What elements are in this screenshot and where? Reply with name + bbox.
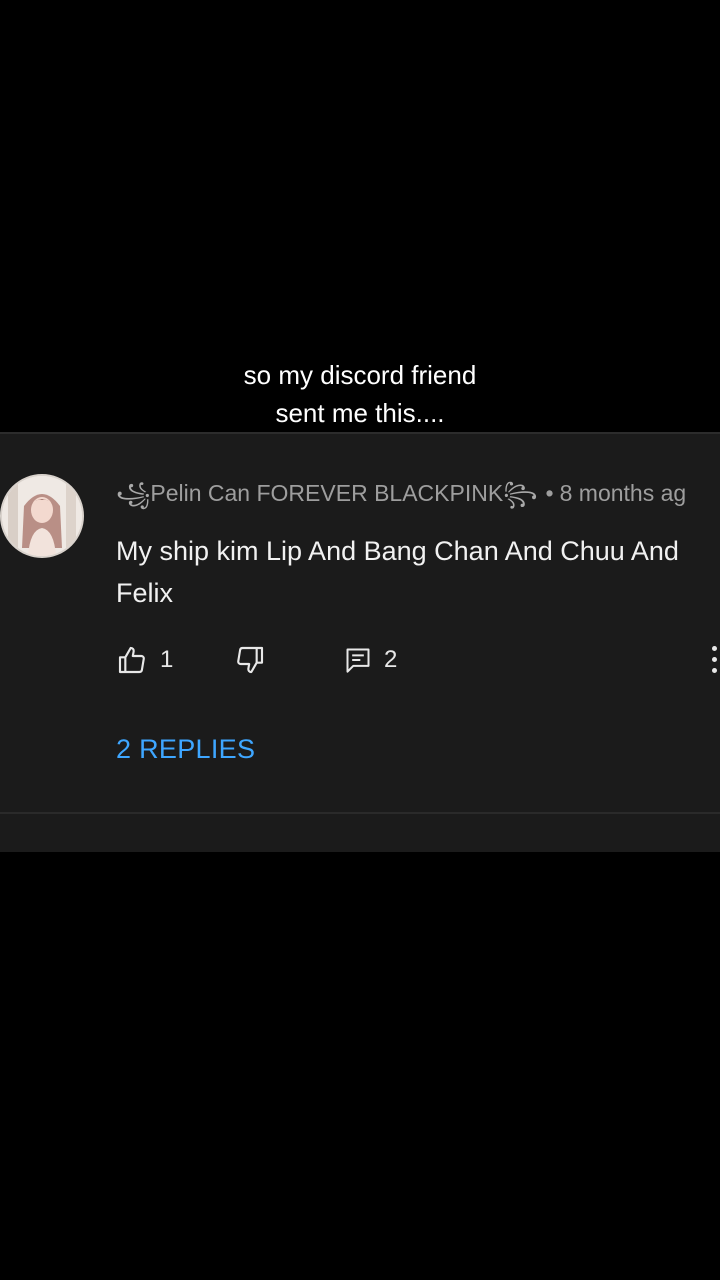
more-vert-icon[interactable] [712,644,720,676]
comment-header: ꧁Pelin Can FOREVER BLACKPINK꧂ • 8 months a… [116,478,686,509]
video-caption: so my discord friend sent me this.... [0,356,720,432]
dislike-button[interactable] [234,642,266,678]
reply-button[interactable]: 2 [344,642,397,678]
like-count: 1 [160,646,174,673]
thumbs-up-icon [118,646,145,674]
like-button[interactable]: 1 [116,642,173,678]
more-dot [712,646,717,651]
avatar[interactable] [0,474,84,558]
author-flourish-right: ꧂ [503,481,538,506]
divider [0,812,720,814]
caption-line-2: sent me this.... [275,398,445,428]
meta-separator: • [545,480,554,506]
comment-author[interactable]: Pelin Can FOREVER BLACKPINK [150,480,503,506]
replies-link[interactable]: 2 REPLIES [116,732,255,766]
comment-card: ꧁Pelin Can FOREVER BLACKPINK꧂ • 8 months a… [0,432,720,852]
author-flourish-left: ꧁ [116,481,151,506]
reply-count: 2 [384,646,398,673]
comment-icon [346,648,370,673]
comment-text: My ship kim Lip And Bang Chan And Chuu A… [116,536,679,608]
more-dot [712,657,717,662]
comment-actions: 1 2 [116,642,720,678]
thumbs-down-icon [237,646,264,674]
avatar-image [2,476,82,556]
comment-timestamp[interactable]: 8 months ag [560,480,687,506]
screenshot-page: so my discord friend sent me this.... ꧁P… [0,0,720,1280]
more-dot [712,668,717,673]
caption-line-1: so my discord friend [243,360,477,390]
